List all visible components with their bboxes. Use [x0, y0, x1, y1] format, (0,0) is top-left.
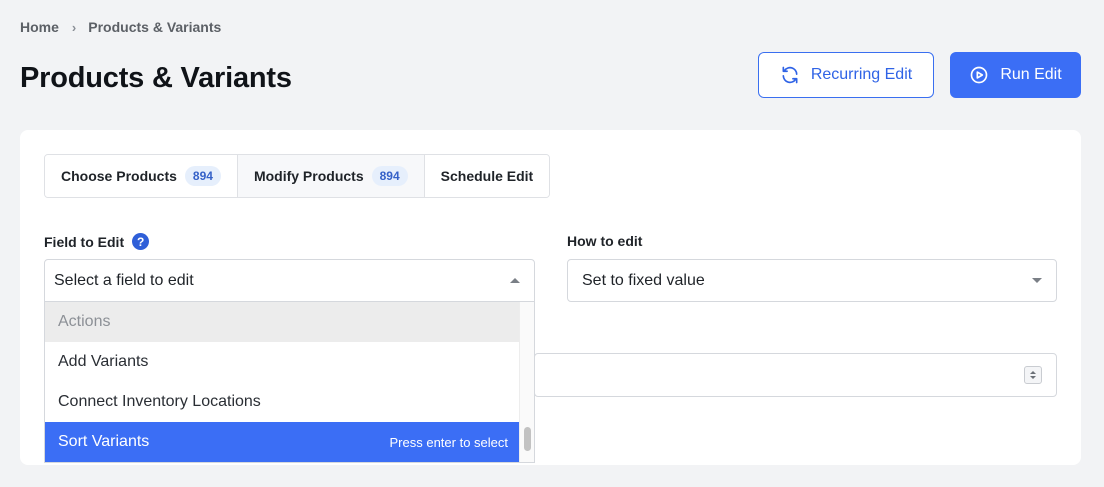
dropdown-option-highlighted[interactable]: Sort Variants Press enter to select [45, 422, 521, 462]
breadcrumb: Home › Products & Variants [20, 19, 221, 35]
step-tabs: Choose Products 894 Modify Products 894 … [44, 154, 551, 198]
recurring-edit-label: Recurring Edit [810, 66, 913, 83]
dropdown-group-header: Actions [45, 302, 521, 342]
dropdown-option[interactable]: Add Variants [45, 342, 521, 382]
tab-label: Schedule Edit [440, 168, 534, 184]
value-number-input[interactable] [534, 353, 1057, 397]
run-edit-label: Run Edit [1000, 66, 1062, 83]
option-label: Sort Variants [58, 433, 150, 450]
caret-down-icon [1032, 278, 1042, 283]
breadcrumb-home-link[interactable]: Home [20, 19, 59, 35]
count-badge: 894 [371, 166, 408, 186]
scrollbar-thumb[interactable] [524, 427, 531, 451]
option-label: Add Variants [58, 353, 149, 370]
group-label: Actions [58, 313, 111, 330]
tab-label: Modify Products [253, 168, 364, 184]
tab-modify-products[interactable]: Modify Products 894 [237, 155, 425, 197]
stepper-up-icon [1030, 371, 1036, 374]
tab-label: Choose Products [61, 168, 177, 184]
field-to-edit-select[interactable]: Select a field to edit [44, 259, 535, 302]
caret-up-icon [510, 278, 520, 283]
tab-schedule-edit[interactable]: Schedule Edit [424, 155, 550, 197]
dropdown-scrollbar[interactable] [519, 302, 534, 462]
number-stepper[interactable] [1024, 366, 1042, 384]
how-to-edit-label: How to edit [567, 233, 643, 249]
field-select-placeholder: Select a field to edit [54, 271, 194, 289]
dropdown-option[interactable]: Connect Inventory Locations [45, 382, 521, 422]
edit-card: Choose Products 894 Modify Products 894 … [20, 130, 1081, 465]
select-hint: Press enter to select [389, 434, 509, 450]
play-circle-icon [970, 66, 988, 84]
field-dropdown-menu: Actions Add Variants Connect Inventory L… [44, 302, 535, 463]
field-to-edit-label-text: Field to Edit [44, 233, 125, 250]
field-to-edit-label: Field to Edit ? [44, 233, 150, 250]
page-title: Products & Variants [20, 62, 292, 94]
how-to-edit-select[interactable]: Set to fixed value [567, 259, 1057, 302]
count-badge: 894 [184, 166, 221, 186]
stepper-down-icon [1030, 376, 1036, 379]
option-label: Connect Inventory Locations [58, 393, 261, 410]
chevron-right-icon: › [71, 19, 77, 35]
run-edit-button[interactable]: Run Edit [950, 52, 1081, 98]
refresh-icon [782, 66, 798, 84]
help-icon[interactable]: ? [132, 233, 150, 250]
how-to-edit-value: Set to fixed value [582, 271, 705, 289]
recurring-edit-button[interactable]: Recurring Edit [758, 52, 934, 98]
tab-choose-products[interactable]: Choose Products 894 [45, 155, 238, 197]
breadcrumb-current: Products & Variants [88, 19, 222, 35]
